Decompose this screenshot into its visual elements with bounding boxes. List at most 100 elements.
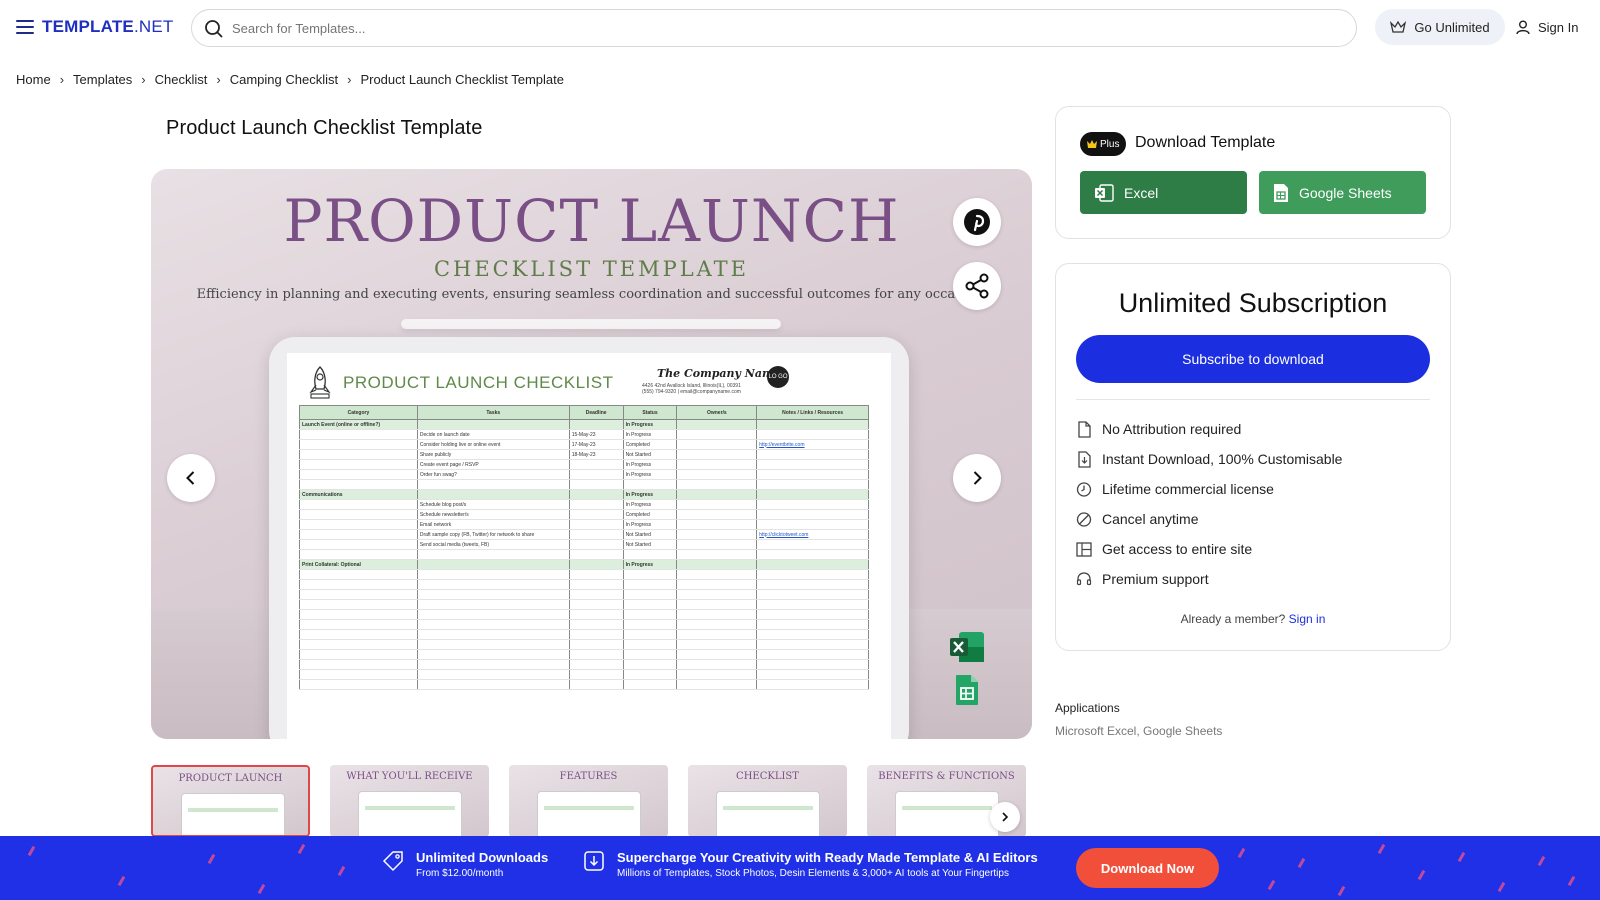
table-cell-deadline: 18-May-23 <box>568 449 624 460</box>
empty-cell <box>568 619 624 630</box>
table-cell-status: Completed <box>622 509 678 520</box>
table-row: Order fun swag? In Progress <box>299 469 869 480</box>
empty-row <box>299 589 869 600</box>
resource-link[interactable]: http://eventbrite.com <box>759 442 804 448</box>
section-row: Communications In Progress <box>299 489 869 500</box>
table-cell-status: Not Started <box>622 529 678 540</box>
table-cell-status: In Progress <box>622 469 678 480</box>
search-bar[interactable] <box>191 9 1357 47</box>
empty-cell <box>299 609 418 620</box>
confetti-piece <box>1567 875 1576 887</box>
company-info: 4426 42nd Avallock Island, Illinois(IL),… <box>642 383 741 395</box>
checklist-table-body: Launch Event (online or offline?) In Prog… <box>299 419 869 690</box>
thumbnail-3[interactable]: FEATURES <box>509 765 668 837</box>
company-name: The Company Name <box>657 367 781 380</box>
table-cell-deadline <box>568 479 624 490</box>
breadcrumb-home[interactable]: Home <box>16 72 51 87</box>
thumbnail-title: FEATURES <box>559 771 618 782</box>
table-row: Create event page / RSVP In Progress <box>299 459 869 470</box>
table-cell-status <box>622 549 678 560</box>
template-preview: PRODUCT LAUNCH CHECKLIST TEMPLATE Effici… <box>151 169 1032 739</box>
feature-label: Lifetime commercial license <box>1102 481 1274 497</box>
table-cell-notes <box>756 499 869 510</box>
table-row: Schedule blog post/s In Progress <box>299 499 869 510</box>
empty-cell <box>756 589 869 600</box>
previous-slide-button[interactable] <box>167 454 215 502</box>
table-row: Send social media (tweets, FB) Not Starte… <box>299 539 869 550</box>
table-cell-category <box>299 429 418 440</box>
sign-in-button[interactable]: Sign In <box>1516 9 1578 45</box>
table-cell-deadline <box>568 549 624 560</box>
search-input[interactable] <box>232 20 1356 36</box>
share-button[interactable] <box>953 262 1001 310</box>
empty-row <box>299 669 869 680</box>
banner-item1-title: Unlimited Downloads <box>416 850 549 865</box>
table-cell-deadline <box>568 509 624 520</box>
table-cell-task: Schedule blog post/s <box>416 499 570 510</box>
thumbnail-1[interactable]: PRODUCT LAUNCH <box>151 765 310 837</box>
table-cell-notes <box>756 549 869 560</box>
empty-row <box>299 569 869 580</box>
table-cell-status: In Progress <box>622 519 678 530</box>
table-row: Decide on launch date 15-May-23 In Progres… <box>299 429 869 440</box>
download-card: Plus Download Template Excel Google Shee… <box>1055 106 1451 239</box>
thumbnail-2[interactable]: WHAT YOU'LL RECEIVE <box>330 765 489 837</box>
breadcrumb-checklist[interactable]: Checklist <box>155 72 208 87</box>
table-cell-category <box>299 519 418 530</box>
table-cell-status: In Progress <box>622 429 678 440</box>
table-cell-category: Communications <box>299 489 418 500</box>
excel-download-button[interactable]: Excel <box>1080 171 1247 214</box>
feature-item: Get access to entire site <box>1076 534 1342 564</box>
next-slide-button[interactable] <box>953 454 1001 502</box>
company-contact: (555) 794-9320 | email@companyname.com <box>642 389 741 395</box>
chevron-right-icon: › <box>216 72 221 87</box>
pinterest-button[interactable] <box>953 198 1001 246</box>
thumbnail-title: WHAT YOU'LL RECEIVE <box>346 771 473 782</box>
table-cell-owner <box>676 499 758 510</box>
menu-icon[interactable] <box>16 20 34 34</box>
breadcrumb-templates[interactable]: Templates <box>73 72 132 87</box>
empty-row <box>299 659 869 670</box>
thumbnail-preview <box>181 793 285 835</box>
plus-badge: Plus <box>1080 132 1127 156</box>
empty-cell <box>676 669 758 680</box>
empty-cell <box>676 589 758 600</box>
table-cell-owner <box>676 469 758 480</box>
google-sheets-download-button[interactable]: Google Sheets <box>1259 171 1426 214</box>
resource-link[interactable]: http://clicktotweet.com <box>759 532 808 538</box>
member-sign-in-link[interactable]: Sign in <box>1289 612 1326 626</box>
empty-cell <box>756 669 869 680</box>
chevron-left-icon <box>186 471 195 485</box>
empty-cell <box>299 579 418 590</box>
empty-cell <box>756 569 869 580</box>
table-cell-notes <box>756 429 869 440</box>
download-now-button[interactable]: Download Now <box>1076 848 1219 888</box>
confetti-piece <box>1497 881 1506 893</box>
empty-cell <box>756 579 869 590</box>
section-row: Print Collateral: Optional In Progress <box>299 559 869 570</box>
breadcrumb-camping-checklist[interactable]: Camping Checklist <box>230 72 338 87</box>
preview-subtitle: CHECKLIST TEMPLATE <box>433 257 750 281</box>
empty-cell <box>568 669 624 680</box>
excel-label: Excel <box>1124 184 1159 201</box>
table-row: Schedule newsletter/s Completed <box>299 509 869 520</box>
confetti-piece <box>1377 843 1386 855</box>
breadcrumb-current: Product Launch Checklist Template <box>360 72 564 87</box>
empty-cell <box>756 659 869 670</box>
download-icon <box>584 851 604 871</box>
subscribe-button[interactable]: Subscribe to download <box>1076 335 1430 383</box>
table-header-row: Category Tasks Deadline Status Owner/s N… <box>299 405 869 420</box>
table-cell-deadline: 17-May-23 <box>568 439 624 450</box>
table-cell-deadline <box>568 559 624 570</box>
empty-cell <box>416 619 570 630</box>
empty-cell <box>416 669 570 680</box>
thumbnail-next-button[interactable] <box>990 802 1020 832</box>
feature-list: No Attribution required Instant Download… <box>1076 414 1342 594</box>
excel-icon <box>1095 183 1114 202</box>
empty-cell <box>416 589 570 600</box>
logo-net-text: .NET <box>133 17 174 36</box>
empty-cell <box>299 679 418 690</box>
go-unlimited-button[interactable]: Go Unlimited <box>1375 9 1505 45</box>
thumbnail-4[interactable]: CHECKLIST <box>688 765 847 837</box>
site-logo[interactable]: TEMPLATE.NET <box>42 17 173 37</box>
